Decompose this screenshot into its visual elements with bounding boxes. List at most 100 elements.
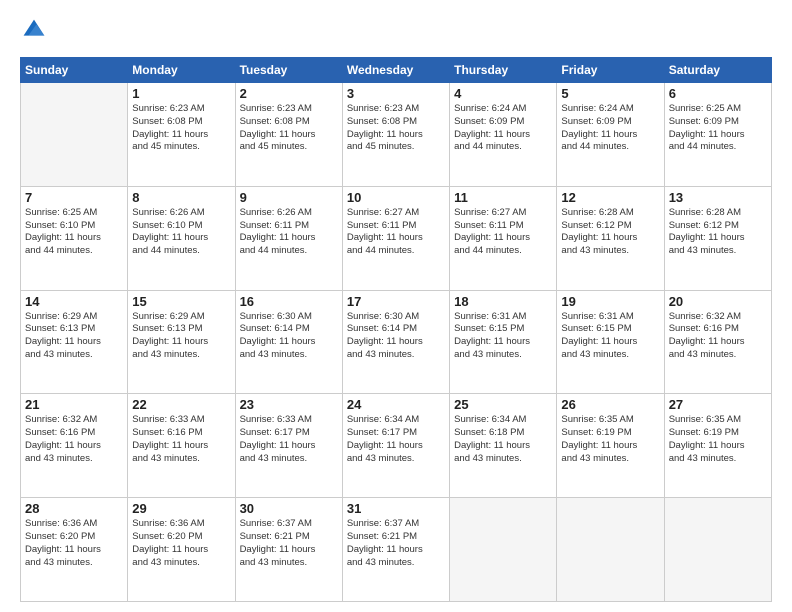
- day-header-sunday: Sunday: [21, 58, 128, 83]
- day-number: 14: [25, 294, 123, 309]
- day-header-saturday: Saturday: [664, 58, 771, 83]
- calendar-cell: 6Sunrise: 6:25 AMSunset: 6:09 PMDaylight…: [664, 83, 771, 187]
- day-number: 26: [561, 397, 659, 412]
- calendar-cell: 2 Sunrise: 6:23 AMSunset: 6:08 PMDaylight…: [235, 83, 342, 187]
- day-number: 25: [454, 397, 552, 412]
- calendar-cell: 31 Sunrise: 6:37 AMSunset: 6:21 PMDayligh…: [342, 498, 449, 602]
- day-info: Sunrise: 6:34 AMSunset: 6:17 PMDaylight:…: [347, 414, 445, 465]
- calendar-cell: 26 Sunrise: 6:35 AMSunset: 6:19 PMDayligh…: [557, 394, 664, 498]
- day-info: Sunrise: 6:26 AMSunset: 6:11 PMDaylight:…: [240, 207, 338, 258]
- calendar-cell: 27 Sunrise: 6:35 AMSunset: 6:19 PMDayligh…: [664, 394, 771, 498]
- week-row-1: 1 Sunrise: 6:23 AMSunset: 6:08 PMDaylight…: [21, 83, 772, 187]
- calendar-cell: 8Sunrise: 6:26 AMSunset: 6:10 PMDaylight…: [128, 186, 235, 290]
- day-number: 3: [347, 86, 445, 101]
- calendar-cell: 10 Sunrise: 6:27 AMSunset: 6:11 PMDayligh…: [342, 186, 449, 290]
- day-header-thursday: Thursday: [450, 58, 557, 83]
- calendar-cell: 9 Sunrise: 6:26 AMSunset: 6:11 PMDaylight…: [235, 186, 342, 290]
- day-info: Sunrise: 6:30 AMSunset: 6:14 PMDaylight:…: [347, 311, 445, 362]
- day-info: Sunrise: 6:28 AMSunset: 6:12 PMDaylight:…: [561, 207, 659, 258]
- day-info: Sunrise: 6:28 AMSunset: 6:12 PMDaylight:…: [669, 207, 767, 258]
- day-info: Sunrise: 6:37 AMSunset: 6:21 PMDaylight:…: [240, 518, 338, 569]
- day-number: 21: [25, 397, 123, 412]
- day-info: Sunrise: 6:32 AMSunset: 6:16 PMDaylight:…: [25, 414, 123, 465]
- day-info: Sunrise: 6:24 AMSunset: 6:09 PMDaylight:…: [454, 103, 552, 154]
- calendar-cell: 22 Sunrise: 6:33 AMSunset: 6:16 PMDayligh…: [128, 394, 235, 498]
- day-number: 15: [132, 294, 230, 309]
- calendar-cell: 7 Sunrise: 6:25 AMSunset: 6:10 PMDaylight…: [21, 186, 128, 290]
- day-number: 4: [454, 86, 552, 101]
- calendar-cell: 16 Sunrise: 6:30 AMSunset: 6:14 PMDayligh…: [235, 290, 342, 394]
- calendar-cell: 5 Sunrise: 6:24 AMSunset: 6:09 PMDaylight…: [557, 83, 664, 187]
- calendar-cell: 11 Sunrise: 6:27 AMSunset: 6:11 PMDayligh…: [450, 186, 557, 290]
- day-info: Sunrise: 6:25 AMSunset: 6:10 PMDaylight:…: [25, 207, 123, 258]
- calendar-cell: [664, 498, 771, 602]
- day-info: Sunrise: 6:23 AMSunset: 6:08 PMDaylight:…: [240, 103, 338, 154]
- day-number: 28: [25, 501, 123, 516]
- day-number: 31: [347, 501, 445, 516]
- calendar-cell: 28 Sunrise: 6:36 AMSunset: 6:20 PMDayligh…: [21, 498, 128, 602]
- calendar-cell: [21, 83, 128, 187]
- calendar-cell: 23Sunrise: 6:33 AMSunset: 6:17 PMDayligh…: [235, 394, 342, 498]
- day-info: Sunrise: 6:36 AMSunset: 6:20 PMDaylight:…: [25, 518, 123, 569]
- calendar-cell: 13 Sunrise: 6:28 AMSunset: 6:12 PMDayligh…: [664, 186, 771, 290]
- day-number: 23: [240, 397, 338, 412]
- calendar-header-row: SundayMondayTuesdayWednesdayThursdayFrid…: [21, 58, 772, 83]
- day-number: 1: [132, 86, 230, 101]
- day-number: 20: [669, 294, 767, 309]
- calendar-cell: 30 Sunrise: 6:37 AMSunset: 6:21 PMDayligh…: [235, 498, 342, 602]
- day-number: 9: [240, 190, 338, 205]
- calendar-cell: 21 Sunrise: 6:32 AMSunset: 6:16 PMDayligh…: [21, 394, 128, 498]
- calendar-cell: 15 Sunrise: 6:29 AMSunset: 6:13 PMDayligh…: [128, 290, 235, 394]
- day-number: 13: [669, 190, 767, 205]
- day-info: Sunrise: 6:23 AMSunset: 6:08 PMDaylight:…: [132, 103, 230, 154]
- day-header-friday: Friday: [557, 58, 664, 83]
- logo-icon: [22, 18, 46, 42]
- day-number: 29: [132, 501, 230, 516]
- day-info: Sunrise: 6:33 AMSunset: 6:16 PMDaylight:…: [132, 414, 230, 465]
- day-number: 8: [132, 190, 230, 205]
- calendar-cell: 4 Sunrise: 6:24 AMSunset: 6:09 PMDaylight…: [450, 83, 557, 187]
- day-number: 6: [669, 86, 767, 101]
- day-number: 10: [347, 190, 445, 205]
- calendar-cell: 14 Sunrise: 6:29 AMSunset: 6:13 PMDayligh…: [21, 290, 128, 394]
- calendar-cell: 24Sunrise: 6:34 AMSunset: 6:17 PMDayligh…: [342, 394, 449, 498]
- day-info: Sunrise: 6:35 AMSunset: 6:19 PMDaylight:…: [669, 414, 767, 465]
- day-number: 11: [454, 190, 552, 205]
- day-info: Sunrise: 6:27 AMSunset: 6:11 PMDaylight:…: [454, 207, 552, 258]
- day-number: 19: [561, 294, 659, 309]
- day-info: Sunrise: 6:35 AMSunset: 6:19 PMDaylight:…: [561, 414, 659, 465]
- logo: [20, 18, 50, 47]
- day-header-tuesday: Tuesday: [235, 58, 342, 83]
- day-info: Sunrise: 6:37 AMSunset: 6:21 PMDaylight:…: [347, 518, 445, 569]
- day-info: Sunrise: 6:31 AMSunset: 6:15 PMDaylight:…: [561, 311, 659, 362]
- day-number: 18: [454, 294, 552, 309]
- calendar-cell: 29 Sunrise: 6:36 AMSunset: 6:20 PMDayligh…: [128, 498, 235, 602]
- day-info: Sunrise: 6:36 AMSunset: 6:20 PMDaylight:…: [132, 518, 230, 569]
- day-number: 5: [561, 86, 659, 101]
- day-info: Sunrise: 6:29 AMSunset: 6:13 PMDaylight:…: [25, 311, 123, 362]
- day-number: 30: [240, 501, 338, 516]
- day-number: 12: [561, 190, 659, 205]
- day-number: 27: [669, 397, 767, 412]
- day-info: Sunrise: 6:34 AMSunset: 6:18 PMDaylight:…: [454, 414, 552, 465]
- day-info: Sunrise: 6:23 AMSunset: 6:08 PMDaylight:…: [347, 103, 445, 154]
- day-number: 16: [240, 294, 338, 309]
- page: SundayMondayTuesdayWednesdayThursdayFrid…: [0, 0, 792, 612]
- calendar-cell: [557, 498, 664, 602]
- day-header-monday: Monday: [128, 58, 235, 83]
- calendar-cell: 17Sunrise: 6:30 AMSunset: 6:14 PMDayligh…: [342, 290, 449, 394]
- day-number: 22: [132, 397, 230, 412]
- day-number: 2: [240, 86, 338, 101]
- day-info: Sunrise: 6:24 AMSunset: 6:09 PMDaylight:…: [561, 103, 659, 154]
- week-row-3: 14 Sunrise: 6:29 AMSunset: 6:13 PMDayligh…: [21, 290, 772, 394]
- day-info: Sunrise: 6:27 AMSunset: 6:11 PMDaylight:…: [347, 207, 445, 258]
- day-info: Sunrise: 6:31 AMSunset: 6:15 PMDaylight:…: [454, 311, 552, 362]
- day-info: Sunrise: 6:32 AMSunset: 6:16 PMDaylight:…: [669, 311, 767, 362]
- day-info: Sunrise: 6:29 AMSunset: 6:13 PMDaylight:…: [132, 311, 230, 362]
- day-header-wednesday: Wednesday: [342, 58, 449, 83]
- calendar-cell: [450, 498, 557, 602]
- calendar-cell: 1 Sunrise: 6:23 AMSunset: 6:08 PMDaylight…: [128, 83, 235, 187]
- day-number: 7: [25, 190, 123, 205]
- calendar-cell: 19 Sunrise: 6:31 AMSunset: 6:15 PMDayligh…: [557, 290, 664, 394]
- day-info: Sunrise: 6:30 AMSunset: 6:14 PMDaylight:…: [240, 311, 338, 362]
